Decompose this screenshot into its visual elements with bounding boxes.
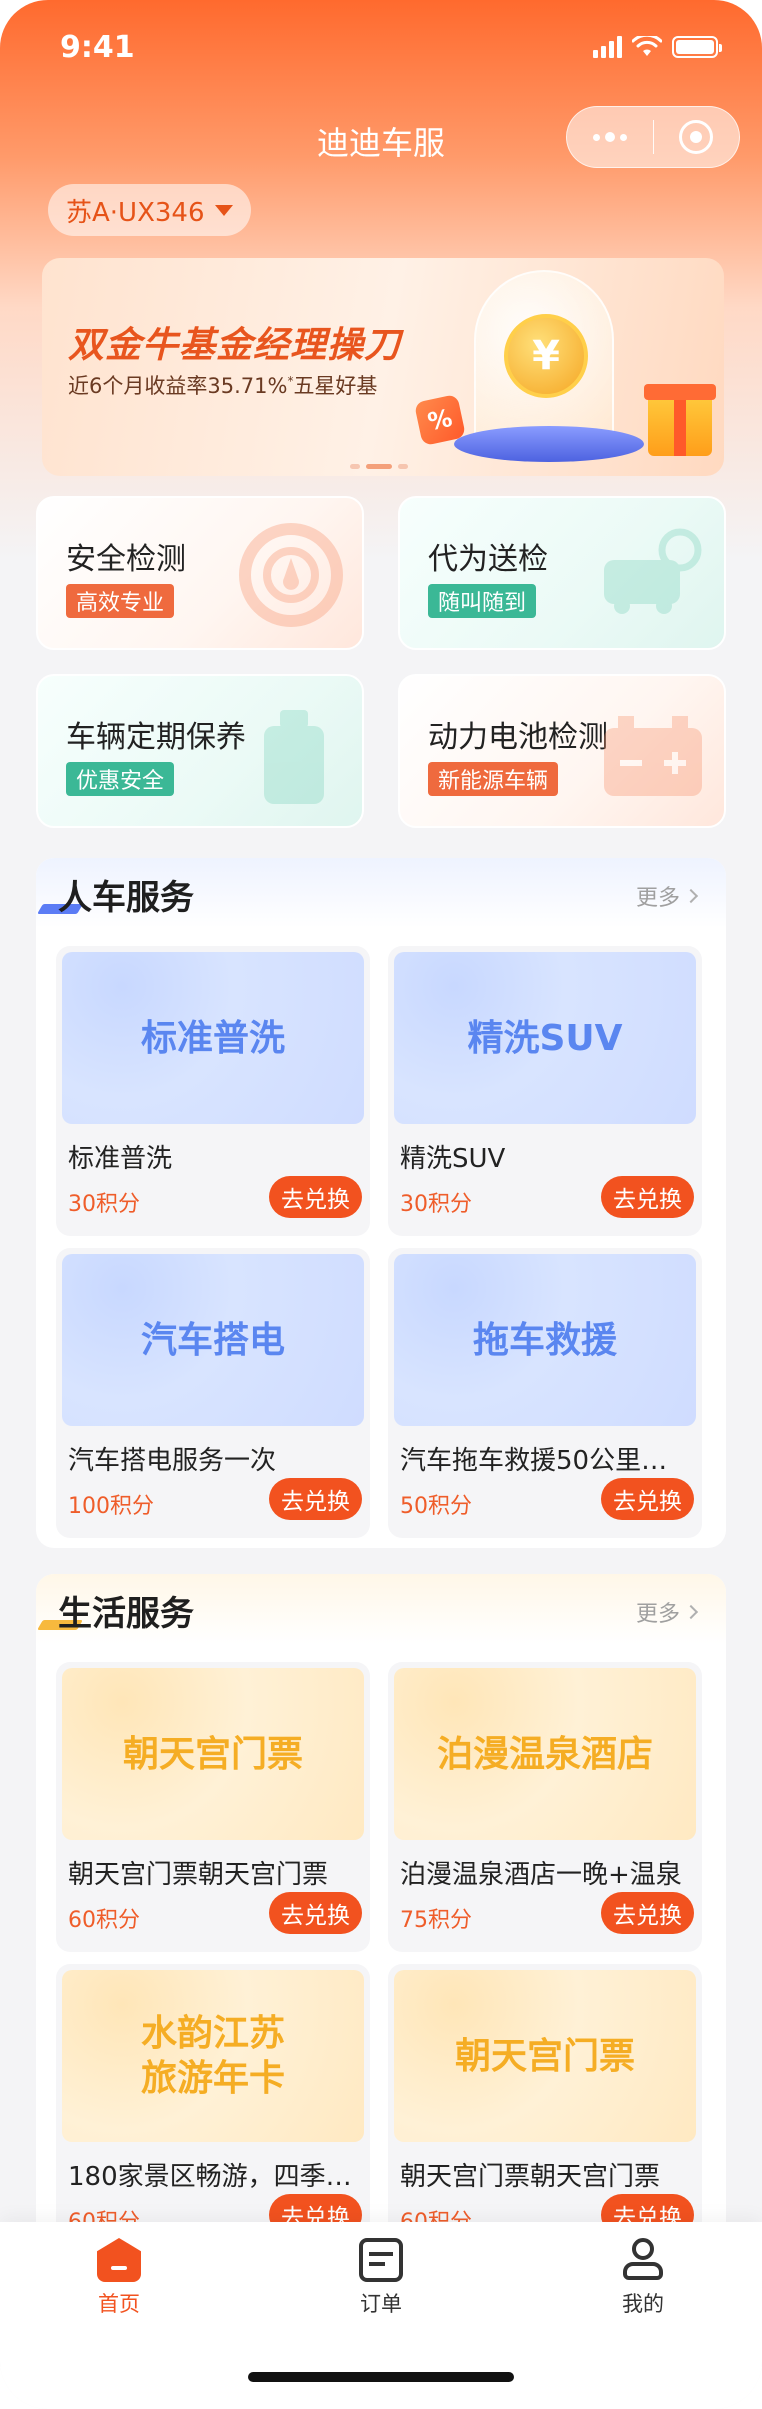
section-header: 生活服务 更多 — [36, 1574, 726, 1644]
plate-selector[interactable]: 苏A·UX346 — [48, 184, 251, 236]
product-points: 30积分 — [400, 1192, 472, 1217]
product-points: 50积分 — [400, 1494, 472, 1519]
profile-icon — [621, 2238, 665, 2282]
car-search-icon — [604, 528, 702, 614]
product-card[interactable]: 精洗SUV 精洗SUV 30积分 去兑换 — [388, 946, 702, 1236]
redeem-button[interactable]: 去兑换 — [269, 1478, 362, 1520]
banner-pagination — [350, 464, 408, 469]
product-card[interactable]: 拖车救援 汽车拖车救援50公里以内 50积分 去兑换 — [388, 1248, 702, 1538]
section-title: 生活服务 — [58, 1594, 194, 1634]
more-label: 更多 — [635, 886, 680, 911]
tab-label: 订单 — [360, 2292, 402, 2316]
home-indicator — [248, 2372, 514, 2382]
more-menu-icon[interactable] — [567, 132, 653, 142]
product-name: 朝天宫门票朝天宫门票 — [400, 2162, 661, 2192]
service-tag: 随叫随到 — [428, 584, 537, 618]
service-title: 车辆定期保养 — [66, 720, 246, 755]
banner-dot-active — [366, 464, 392, 469]
battery-charge-icon — [604, 716, 702, 796]
car-services-section: 人车服务 更多 标准普洗 标准普洗 30积分 去兑换 精洗SUV 精洗SUV 3… — [36, 858, 726, 1548]
oil-can-icon — [264, 710, 324, 804]
service-card-battery-check[interactable]: 动力电池检测 新能源车辆 — [398, 674, 726, 828]
chevron-right-icon — [683, 1604, 699, 1620]
product-name: 汽车搭电服务一次 — [68, 1446, 277, 1476]
life-services-section: 生活服务 更多 朝天宫门票 朝天宫门票朝天宫门票 60积分 去兑换 泊漫温泉酒店… — [36, 1574, 726, 2274]
product-card[interactable]: 标准普洗 标准普洗 30积分 去兑换 — [56, 946, 370, 1236]
service-tag: 新能源车辆 — [428, 762, 559, 796]
tab-profile[interactable]: 我的 — [583, 2238, 703, 2318]
product-name: 标准普洗 — [68, 1144, 173, 1174]
coin-icon: ¥ — [504, 314, 588, 398]
redeem-button[interactable]: 去兑换 — [601, 1892, 694, 1934]
status-icons — [593, 36, 722, 58]
wifi-icon — [632, 36, 662, 56]
service-tag: 优惠安全 — [66, 762, 175, 796]
product-points: 30积分 — [68, 1192, 140, 1217]
status-time: 9:41 — [60, 30, 135, 65]
banner-dot — [398, 464, 408, 469]
banner-dot — [350, 464, 360, 469]
tab-label: 我的 — [622, 2292, 664, 2316]
home-icon — [97, 2238, 141, 2282]
service-card-proxy-inspection[interactable]: 代为送检 随叫随到 — [398, 496, 726, 650]
product-image: 拖车救援 — [394, 1254, 696, 1426]
chevron-right-icon — [683, 888, 699, 904]
product-points: 60积分 — [68, 1908, 140, 1933]
caret-down-icon — [214, 204, 233, 216]
product-card[interactable]: 水韵江苏 旅游年卡 180家景区畅游，四季皆宜 60积分 去兑换 — [56, 1964, 370, 2254]
product-card[interactable]: 汽车搭电 汽车搭电服务一次 100积分 去兑换 — [56, 1248, 370, 1538]
miniapp-capsule — [566, 106, 740, 168]
close-miniapp-icon[interactable] — [654, 120, 740, 154]
product-image: 朝天宫门票 — [62, 1668, 364, 1840]
product-image: 朝天宫门票 — [394, 1970, 696, 2142]
product-name: 180家景区畅游，四季皆宜 — [68, 2162, 358, 2192]
service-title: 动力电池检测 — [428, 720, 608, 755]
product-points: 100积分 — [68, 1494, 154, 1519]
service-tag: 高效专业 — [66, 584, 175, 618]
tab-orders[interactable]: 订单 — [321, 2238, 441, 2318]
banner-rating: 五星好基 — [293, 374, 378, 398]
battery-icon — [672, 36, 722, 58]
product-name: 汽车拖车救援50公里以内 — [400, 1446, 690, 1476]
gift-box-icon — [644, 384, 716, 456]
product-points: 75积分 — [400, 1908, 472, 1933]
redeem-button[interactable]: 去兑换 — [601, 1478, 694, 1520]
product-name: 精洗SUV — [400, 1144, 506, 1174]
plate-label: 苏A·UX346 — [66, 197, 205, 228]
tab-label: 首页 — [98, 2292, 140, 2316]
product-card[interactable]: 泊漫温泉酒店 泊漫温泉酒店一晚+温泉 75积分 去兑换 — [388, 1662, 702, 1952]
product-card[interactable]: 朝天宫门票 朝天宫门票朝天宫门票 60积分 去兑换 — [388, 1964, 702, 2254]
order-icon — [359, 2238, 403, 2282]
product-card[interactable]: 朝天宫门票 朝天宫门票朝天宫门票 60积分 去兑换 — [56, 1662, 370, 1952]
banner-title: 双金牛基金经理操刀 — [68, 325, 402, 366]
product-image: 汽车搭电 — [62, 1254, 364, 1426]
banner-subtitle: 近6个月收益率35.71%*五星好基 — [68, 374, 378, 398]
service-title: 安全检测 — [66, 542, 186, 577]
service-title: 代为送检 — [428, 542, 548, 577]
redeem-button[interactable]: 去兑换 — [269, 1892, 362, 1934]
cellular-signal-icon — [593, 36, 622, 58]
product-name: 朝天宫门票朝天宫门票 — [68, 1860, 329, 1890]
status-bar: 9:41 — [0, 0, 762, 100]
more-label: 更多 — [635, 1602, 680, 1627]
tab-home[interactable]: 首页 — [59, 2238, 179, 2318]
product-name: 泊漫温泉酒店一晚+温泉 — [400, 1860, 682, 1890]
service-card-maintenance[interactable]: 车辆定期保养 优惠安全 — [36, 674, 364, 828]
promo-banner[interactable]: 双金牛基金经理操刀 近6个月收益率35.71%*五星好基 % ¥ — [42, 258, 724, 476]
banner-yield: 近6个月收益率35.71% — [68, 374, 288, 398]
product-image: 水韵江苏 旅游年卡 — [62, 1970, 364, 2142]
app-page: 9:41 迪迪车服 苏A·UX346 双金牛基金经理操刀 近6个月收益率35.7… — [0, 0, 762, 2409]
redeem-button[interactable]: 去兑换 — [269, 1176, 362, 1218]
section-title: 人车服务 — [58, 878, 194, 918]
section-header: 人车服务 更多 — [36, 858, 726, 928]
redeem-button[interactable]: 去兑换 — [601, 1176, 694, 1218]
gauge-icon — [239, 523, 343, 627]
pedestal-illustration — [454, 426, 644, 462]
service-card-safety-check[interactable]: 安全检测 高效专业 — [36, 496, 364, 650]
product-image: 标准普洗 — [62, 952, 364, 1124]
product-image: 精洗SUV — [394, 952, 696, 1124]
product-image: 泊漫温泉酒店 — [394, 1668, 696, 1840]
more-link[interactable]: 更多 — [635, 880, 699, 912]
more-link[interactable]: 更多 — [635, 1596, 699, 1628]
